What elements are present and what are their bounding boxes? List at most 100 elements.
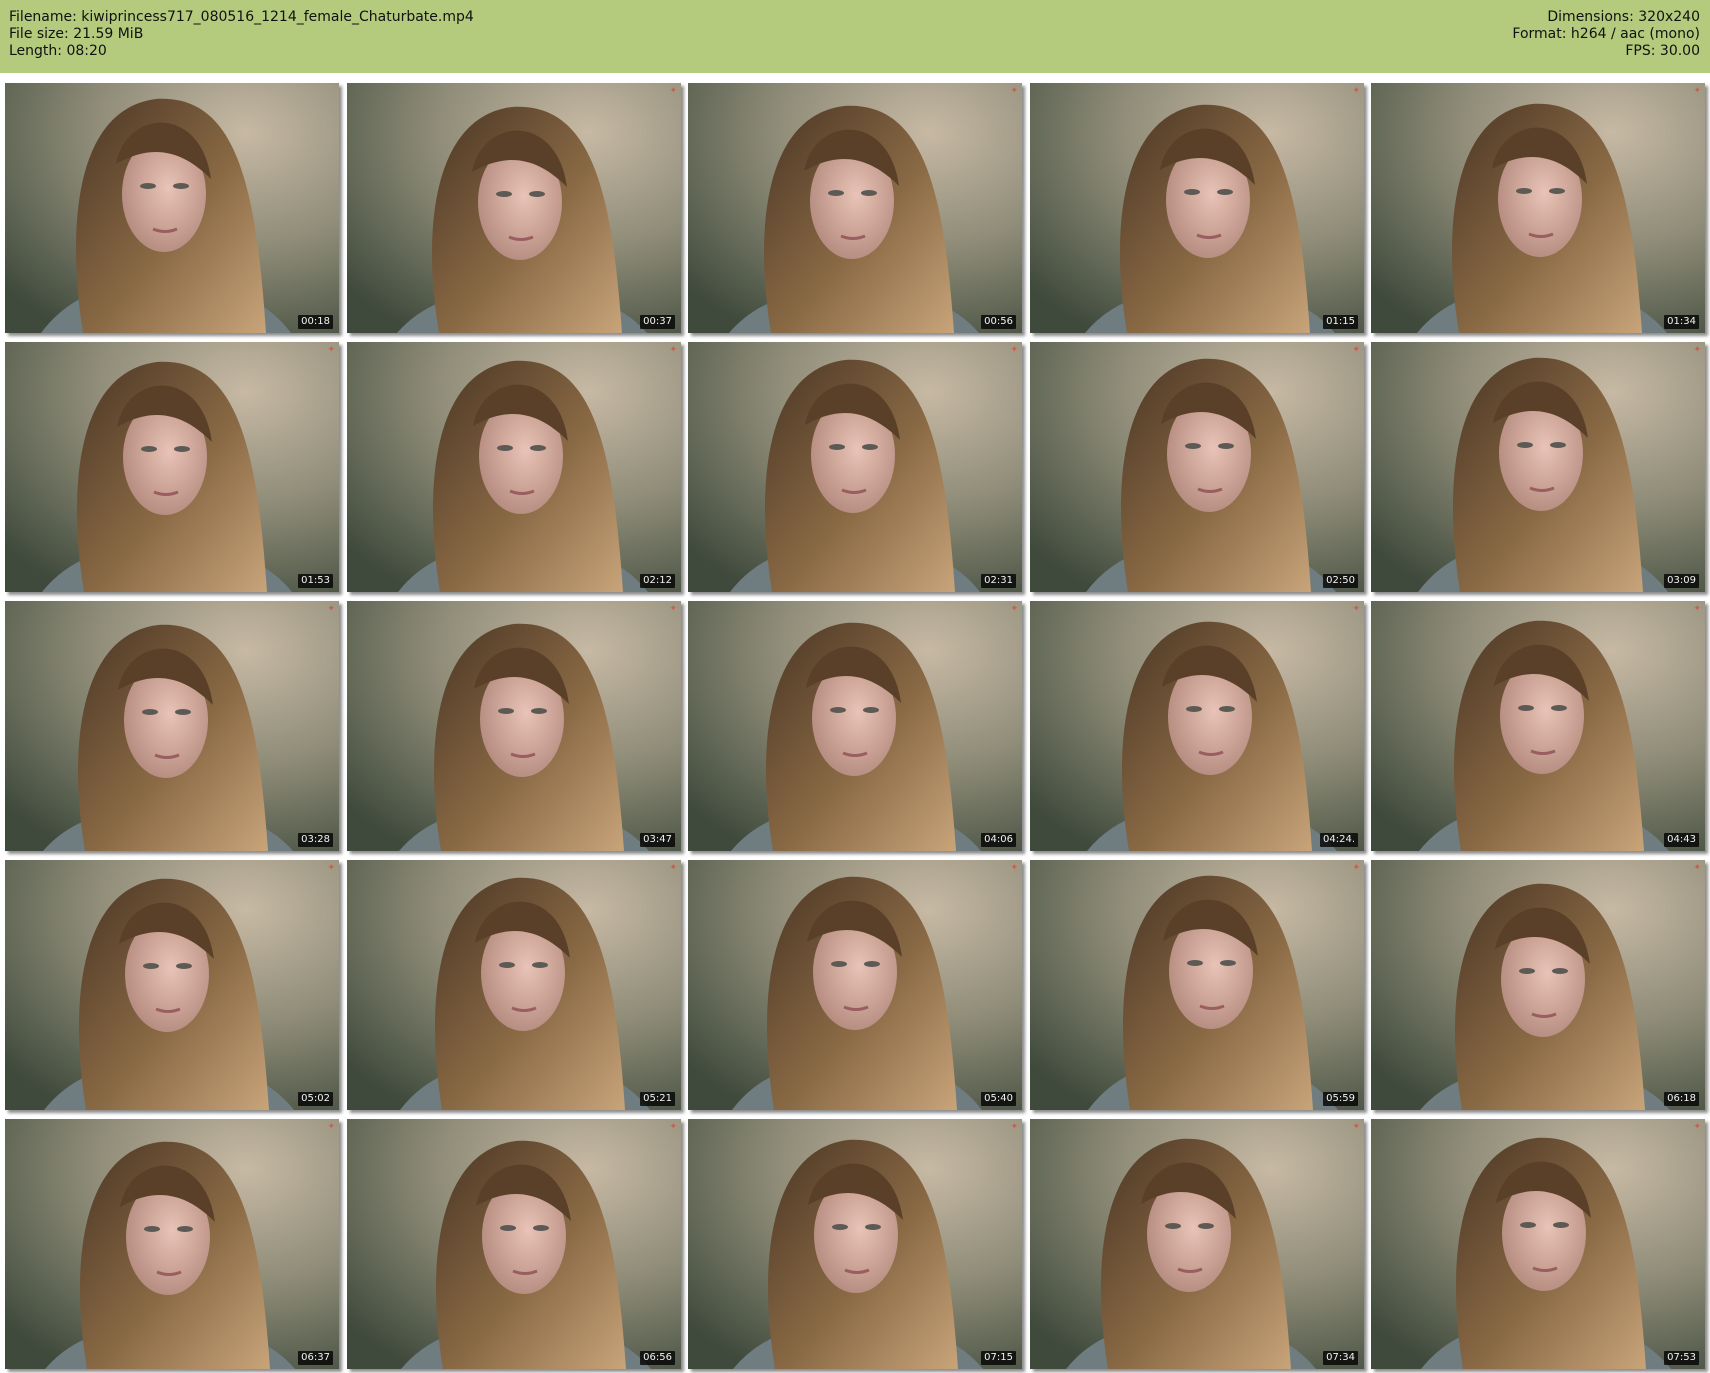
thumbnail-timestamp: 05:02	[298, 1092, 333, 1106]
watermark-icon: ✦	[669, 863, 677, 873]
video-thumbnail[interactable]: ✦ 04:24.	[1030, 601, 1364, 851]
thumbnail-timestamp: 04:24.	[1320, 833, 1358, 847]
watermark-icon: ✦	[1352, 345, 1360, 355]
watermark-icon: ✦	[327, 863, 335, 873]
watermark-icon: ✦	[1010, 345, 1018, 355]
video-frame-image	[347, 83, 681, 333]
thumbnail-timestamp: 02:12	[640, 574, 675, 588]
thumbnail-timestamp: 06:18	[1664, 1092, 1699, 1106]
thumbnail-timestamp: 01:34	[1664, 315, 1699, 329]
thumbnail-timestamp: 05:59	[1323, 1092, 1358, 1106]
video-frame-image	[688, 83, 1022, 333]
video-thumbnail[interactable]: ✦ 03:28	[5, 601, 339, 851]
watermark-icon: ✦	[1010, 86, 1018, 96]
filesize-line: File size: 21.59 MiB	[9, 26, 144, 42]
thumbnail-timestamp: 00:56	[981, 315, 1016, 329]
thumbnail-timestamp: 01:15	[1323, 315, 1358, 329]
video-thumbnail[interactable]: ✦ 07:53	[1371, 1119, 1705, 1369]
video-frame-image	[688, 1119, 1022, 1369]
video-thumbnail[interactable]: ✦ 04:43	[1371, 601, 1705, 851]
thumbnail-timestamp: 07:34	[1323, 1351, 1358, 1365]
video-thumbnail[interactable]: ✦ 07:34	[1030, 1119, 1364, 1369]
video-thumbnail[interactable]: ✦ 00:37	[347, 83, 681, 333]
stream-info: Dimensions: 320x240 Format: h264 / aac (…	[1512, 9, 1700, 60]
watermark-icon: ✦	[1352, 1122, 1360, 1132]
length-line: Length: 08:20	[9, 43, 107, 59]
video-frame-image	[688, 601, 1022, 851]
video-thumbnail[interactable]: ✦ 06:37	[5, 1119, 339, 1369]
watermark-icon: ✦	[669, 1122, 677, 1132]
video-frame-image	[347, 601, 681, 851]
watermark-icon: ✦	[1010, 1122, 1018, 1132]
video-thumbnail[interactable]: ✦ 05:02	[5, 860, 339, 1110]
video-frame-image	[1030, 601, 1364, 851]
info-header: Filename: kiwiprincess717_080516_1214_fe…	[0, 0, 1710, 73]
thumbnail-timestamp: 04:06	[981, 833, 1016, 847]
video-thumbnail[interactable]: ✦ 03:47	[347, 601, 681, 851]
video-frame-image	[5, 860, 339, 1110]
video-frame-image	[688, 342, 1022, 592]
watermark-icon: ✦	[327, 1122, 335, 1132]
video-thumbnail[interactable]: ✦ 01:34	[1371, 83, 1705, 333]
format-line: Format: h264 / aac (mono)	[1512, 26, 1700, 42]
video-thumbnail[interactable]: 00:18	[5, 83, 339, 333]
video-thumbnail[interactable]: ✦ 03:09	[1371, 342, 1705, 592]
watermark-icon: ✦	[1693, 863, 1701, 873]
video-frame-image	[1030, 83, 1364, 333]
watermark-icon: ✦	[327, 604, 335, 614]
video-thumbnail[interactable]: ✦ 04:06	[688, 601, 1022, 851]
video-frame-image	[1371, 342, 1705, 592]
watermark-icon: ✦	[1693, 1122, 1701, 1132]
thumbnail-timestamp: 04:43	[1664, 833, 1699, 847]
video-thumbnail[interactable]: ✦ 06:18	[1371, 860, 1705, 1110]
video-frame-image	[1371, 1119, 1705, 1369]
watermark-icon: ✦	[1693, 604, 1701, 614]
thumbnail-timestamp: 01:53	[298, 574, 333, 588]
filename-line: Filename: kiwiprincess717_080516_1214_fe…	[9, 9, 474, 25]
video-frame-image	[5, 342, 339, 592]
video-frame-image	[1371, 83, 1705, 333]
video-frame-image	[5, 601, 339, 851]
video-frame-image	[1030, 342, 1364, 592]
video-thumbnail[interactable]: ✦ 05:21	[347, 860, 681, 1110]
watermark-icon: ✦	[1010, 863, 1018, 873]
thumbnail-timestamp: 07:53	[1664, 1351, 1699, 1365]
video-thumbnail[interactable]: ✦ 05:40	[688, 860, 1022, 1110]
video-frame-image	[5, 1119, 339, 1369]
video-frame-image	[1371, 601, 1705, 851]
thumbnail-timestamp: 00:18	[298, 315, 333, 329]
watermark-icon: ✦	[1010, 604, 1018, 614]
thumbnail-timestamp: 06:56	[640, 1351, 675, 1365]
thumbnail-grid: 00:18 ✦ 00:37 ✦ 00:56 ✦ 01:15 ✦ 01:34 ✦ 01:53 ✦ 02:1…	[5, 83, 1705, 1369]
thumbnail-timestamp: 06:37	[298, 1351, 333, 1365]
video-thumbnail[interactable]: ✦ 02:31	[688, 342, 1022, 592]
watermark-icon: ✦	[1352, 604, 1360, 614]
video-frame-image	[1371, 860, 1705, 1110]
video-thumbnail[interactable]: ✦ 05:59	[1030, 860, 1364, 1110]
video-thumbnail[interactable]: ✦ 02:12	[347, 342, 681, 592]
thumbnail-timestamp: 03:09	[1664, 574, 1699, 588]
video-frame-image	[347, 342, 681, 592]
thumbnail-timestamp: 03:47	[640, 833, 675, 847]
watermark-icon: ✦	[1693, 86, 1701, 96]
watermark-icon: ✦	[669, 345, 677, 355]
video-frame-image	[347, 860, 681, 1110]
video-thumbnail[interactable]: ✦ 07:15	[688, 1119, 1022, 1369]
watermark-icon: ✦	[1352, 86, 1360, 96]
watermark-icon: ✦	[327, 345, 335, 355]
video-thumbnail[interactable]: ✦ 06:56	[347, 1119, 681, 1369]
video-thumbnail[interactable]: ✦ 00:56	[688, 83, 1022, 333]
thumbnail-timestamp: 05:40	[981, 1092, 1016, 1106]
thumbnail-timestamp: 03:28	[298, 833, 333, 847]
thumbnail-timestamp: 05:21	[640, 1092, 675, 1106]
video-thumbnail[interactable]: ✦ 01:15	[1030, 83, 1364, 333]
video-frame-image	[1030, 1119, 1364, 1369]
video-thumbnail[interactable]: ✦ 02:50	[1030, 342, 1364, 592]
watermark-icon: ✦	[669, 86, 677, 96]
thumbnail-timestamp: 00:37	[640, 315, 675, 329]
thumbnail-timestamp: 02:31	[981, 574, 1016, 588]
watermark-icon: ✦	[1693, 345, 1701, 355]
watermark-icon: ✦	[1352, 863, 1360, 873]
watermark-icon: ✦	[669, 604, 677, 614]
video-thumbnail[interactable]: ✦ 01:53	[5, 342, 339, 592]
